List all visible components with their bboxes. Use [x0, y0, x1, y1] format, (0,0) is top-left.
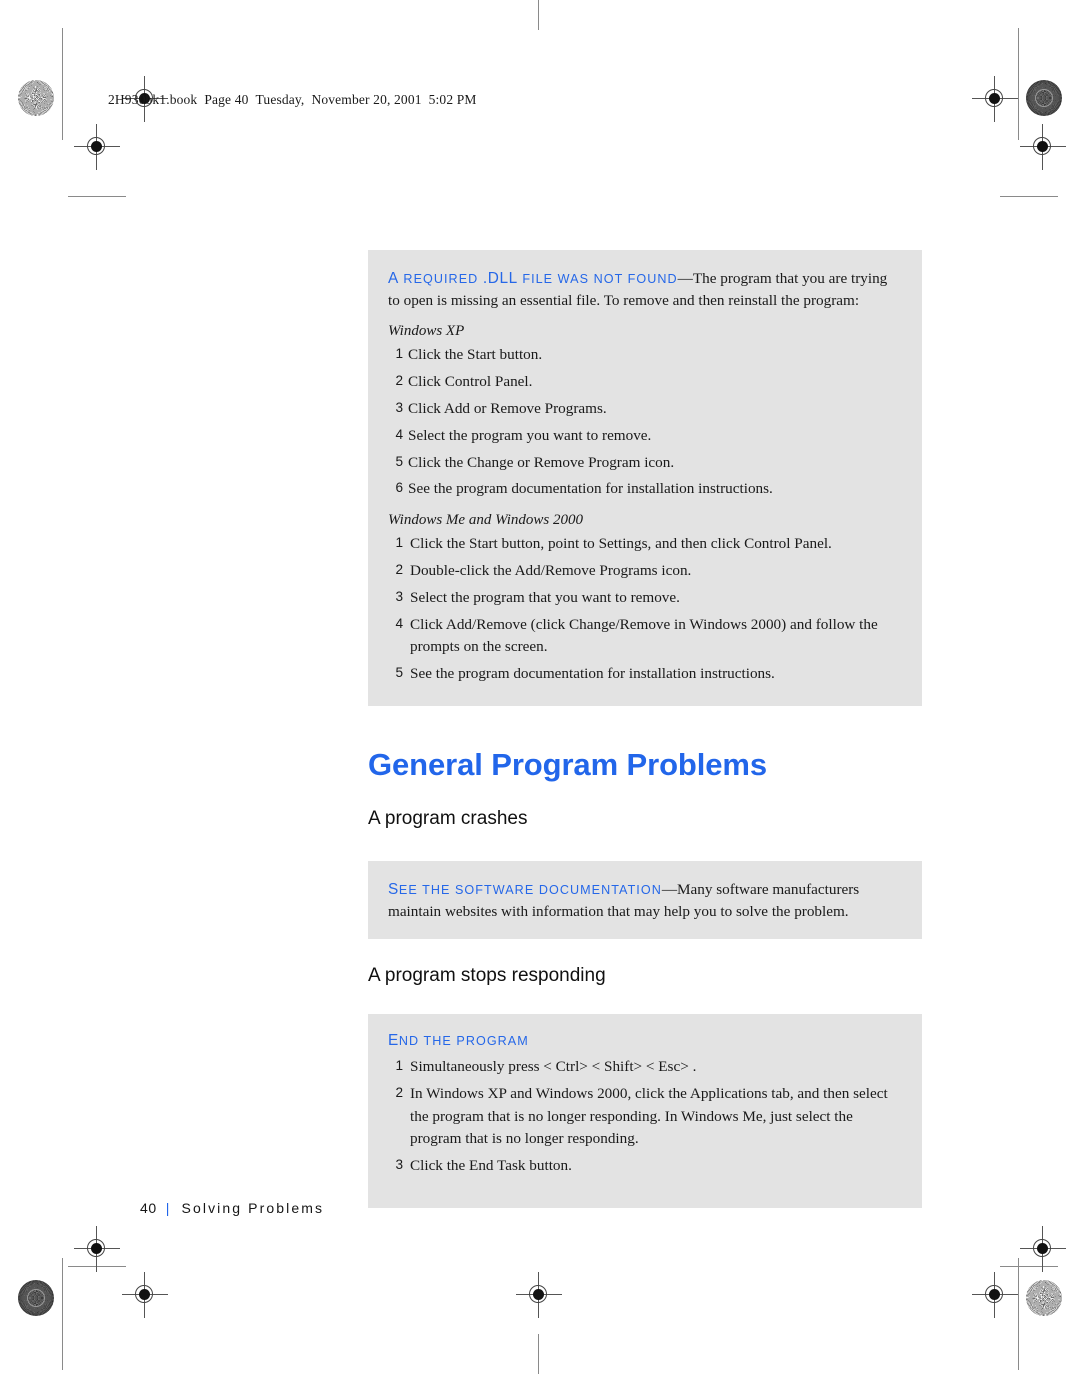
registration-mark-top-right-inner [972, 76, 1018, 122]
book-file-name: 2H930bk1.book [108, 92, 198, 107]
tip-box-dll-not-found: A REQUIRED .DLL FILE WAS NOT FOUND—The p… [368, 250, 922, 706]
content-column: A REQUIRED .DLL FILE WAS NOT FOUND—The p… [368, 250, 922, 1208]
book-time: 5:02 PM [428, 92, 477, 107]
registration-mark-bottom-left [74, 1226, 120, 1272]
tip-box-see-software-documentation: SEE THE SOFTWARE DOCUMENTATION—Many soft… [368, 860, 922, 940]
footer-section-name: Solving Problems [181, 1200, 325, 1216]
tip-software-doc-paragraph: SEE THE SOFTWARE DOCUMENTATION—Many soft… [388, 879, 902, 923]
step-number: 2 [395, 373, 403, 389]
steps-windows-me-2000: 1 Click the Start button, point to Settin… [388, 533, 902, 686]
step-text: Click Control Panel. [408, 373, 533, 391]
document-page: 2H930bk1.book Page 40 Tuesday, November 20,… [0, 0, 1080, 1397]
step-number: 5 [395, 665, 403, 681]
book-date: November 20, 2001 [311, 92, 422, 107]
list-item: 1 Simultaneously press < Ctrl> < Shift> <… [388, 1056, 902, 1079]
step-number: 2 [395, 561, 403, 577]
crop-line-center-top [538, 0, 539, 30]
step-number: 3 [395, 399, 403, 415]
crop-line-bottom-right-h [1000, 1266, 1058, 1267]
step-text: Click the Start button. [408, 346, 543, 364]
tip-dll-paragraph: A REQUIRED .DLL FILE WAS NOT FOUND—The p… [388, 268, 902, 312]
tip-software-doc-dash: — [661, 880, 678, 898]
step-text: Click the Change or Remove Program icon. [408, 453, 675, 471]
step-text: Simultaneously press < Ctrl> < Shift> < … [410, 1057, 697, 1075]
steps-windows-xp: 1 Click the Start button. 2 Click Control … [388, 344, 902, 501]
os-label-windows-me-2000: Windows Me and Windows 2000 [388, 512, 584, 529]
step-number: 2 [395, 1084, 403, 1100]
list-item: 2 Click Control Panel. [388, 371, 902, 394]
color-target-bottom-right [1026, 1280, 1062, 1316]
tip-dll-dash: — [677, 270, 693, 287]
tip-end-program-heading: END THE PROGRAM [388, 1031, 529, 1049]
book-page-label: Page 40 [204, 92, 249, 107]
list-item: 2 Double-click the Add/Remove Programs ic… [388, 560, 902, 583]
registration-mark-bottom-left-inner [122, 1272, 168, 1318]
steps-end-the-program: 1 Simultaneously press < Ctrl> < Shift> <… [388, 1056, 902, 1178]
list-item: 5 Click the Change or Remove Program icon… [388, 452, 902, 475]
footer-separator: | [165, 1200, 172, 1216]
step-number: 3 [395, 588, 403, 604]
crop-line-left-bottom [62, 1258, 63, 1370]
footer-page-number: 40 [140, 1200, 157, 1216]
step-text: Select the program that you want to remo… [410, 588, 680, 606]
list-item: 1 Click the Start button, point to Settin… [388, 533, 902, 556]
crop-line-top-right-h [1000, 196, 1058, 197]
registration-mark-bottom-right-inner [972, 1272, 1018, 1318]
step-text: Click Add or Remove Programs. [408, 399, 607, 417]
list-item: 5 See the program documentation for insta… [388, 663, 902, 686]
subsection-title-program-crashes: A program crashes [368, 808, 528, 830]
page-title: General Program Problems [368, 746, 768, 782]
step-text: Select the program you want to remove. [408, 426, 652, 444]
registration-mark-top-left [74, 124, 120, 170]
color-target-bottom-left [18, 1280, 54, 1316]
step-number: 6 [395, 480, 403, 496]
color-target-top-right [1026, 80, 1062, 116]
book-day: Tuesday, [255, 92, 305, 107]
list-item: 3 Click Add or Remove Programs. [388, 398, 902, 421]
list-item: 4 Select the program you want to remove. [388, 425, 902, 448]
step-number: 5 [395, 453, 403, 469]
registration-mark-top-right [1020, 124, 1066, 170]
color-target-top-left [18, 80, 54, 116]
step-text: Double-click the Add/Remove Programs ico… [410, 561, 692, 579]
step-text: In Windows XP and Windows 2000, click th… [410, 1084, 888, 1148]
step-text: Click the End Task button. [410, 1157, 572, 1175]
list-item: 4 Click Add/Remove (click Change/Remove i… [388, 614, 902, 660]
crop-line-bottom-left-h [68, 1266, 126, 1267]
step-number: 1 [395, 346, 403, 362]
crop-line-right-bottom [1018, 1258, 1019, 1370]
subsection-title-program-stops-responding: A program stops responding [368, 965, 606, 987]
list-item: 6 See the program documentation for insta… [388, 478, 902, 501]
tip-dll-heading: A REQUIRED .DLL FILE WAS NOT FOUND [388, 270, 678, 287]
list-item: 2 In Windows XP and Windows 2000, click t… [388, 1083, 902, 1151]
tip-software-doc-heading: SEE THE SOFTWARE DOCUMENTATION [388, 880, 662, 898]
page-footer: 40 | Solving Problems [140, 1200, 324, 1216]
step-number: 1 [395, 1057, 403, 1073]
registration-mark-bottom-right [1020, 1226, 1066, 1272]
list-item: 3 Select the program that you want to rem… [388, 587, 902, 610]
book-header-line: 2H930bk1.book Page 40 Tuesday, November 20,… [108, 92, 484, 108]
crop-line-left-top [62, 28, 63, 140]
list-item: 3 Click the End Task button. [388, 1155, 902, 1178]
crop-line-top-left-h [68, 196, 126, 197]
step-text: Click Add/Remove (click Change/Remove in… [410, 615, 878, 656]
step-number: 4 [395, 615, 403, 631]
list-item: 1 Click the Start button. [388, 344, 902, 367]
crop-line-center-bottom [538, 1334, 539, 1374]
step-text: See the program documentation for instal… [410, 665, 775, 683]
step-text: Click the Start button, point to Setting… [410, 535, 832, 553]
step-text: See the program documentation for instal… [408, 480, 773, 498]
step-number: 4 [395, 426, 403, 442]
tip-box-end-the-program: END THE PROGRAM 1 Simultaneously press < … [368, 1013, 922, 1208]
os-label-windows-xp: Windows XP [388, 323, 465, 340]
step-number: 3 [395, 1157, 403, 1173]
registration-mark-bottom-center [516, 1272, 562, 1318]
step-number: 1 [395, 535, 403, 551]
crop-line-right-top [1018, 28, 1019, 140]
